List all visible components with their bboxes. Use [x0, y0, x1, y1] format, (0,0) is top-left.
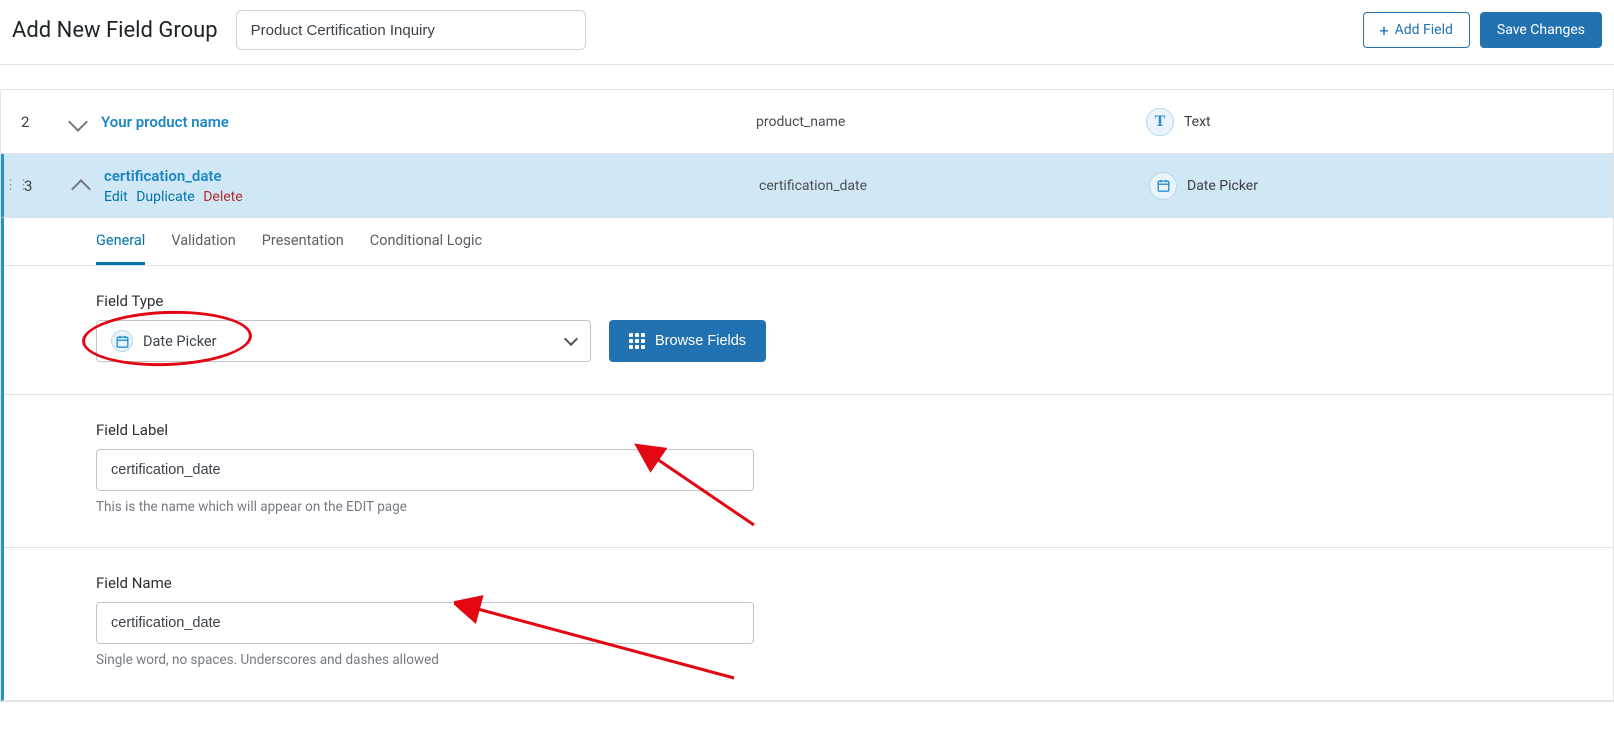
field-settings-panel: General Validation Presentation Conditio…	[1, 218, 1613, 701]
setting-field-label: Field Label This is the name which will …	[4, 395, 1613, 548]
field-row-selected[interactable]: ⋮⋮ 3 certification_date Edit Duplicate D…	[1, 154, 1613, 218]
setting-field-type: Field Type Date Picker Browse Fields	[4, 266, 1613, 395]
drag-handle-icon[interactable]: ⋮⋮	[4, 178, 24, 193]
field-name-hint: Single word, no spaces. Underscores and …	[96, 652, 1521, 668]
field-name-input[interactable]	[96, 602, 754, 644]
field-name-text: certification_date	[759, 178, 1149, 194]
settings-tabs: General Validation Presentation Conditio…	[4, 218, 1613, 266]
field-label-heading: Field Label	[96, 421, 1521, 439]
fields-list: ⋮⋮ 2 Your product name product_name T Te…	[0, 89, 1614, 702]
calendar-type-icon	[1149, 172, 1177, 200]
add-field-label: Add Field	[1395, 22, 1453, 38]
tab-presentation[interactable]: Presentation	[262, 218, 344, 265]
group-name-input[interactable]	[236, 10, 586, 50]
field-type-text: Date Picker	[1187, 178, 1258, 194]
setting-field-name: Field Name Single word, no spaces. Under…	[4, 548, 1613, 700]
chevron-down-icon[interactable]	[68, 112, 88, 132]
calendar-type-icon	[111, 330, 133, 352]
plus-icon: +	[1380, 21, 1389, 40]
browse-fields-button[interactable]: Browse Fields	[609, 320, 766, 362]
edit-link[interactable]: Edit	[104, 189, 128, 205]
row-number: 3	[24, 177, 58, 195]
field-type-text: Text	[1184, 114, 1211, 130]
top-bar: Add New Field Group + Add Field Save Cha…	[0, 0, 1614, 65]
field-type-label: Field Type	[96, 292, 1521, 310]
chevron-up-icon[interactable]	[71, 179, 91, 199]
field-label-link[interactable]: Your product name	[101, 113, 756, 131]
field-label-link[interactable]: certification_date	[104, 167, 759, 185]
browse-fields-label: Browse Fields	[655, 333, 746, 349]
tab-general[interactable]: General	[96, 218, 145, 265]
tab-validation[interactable]: Validation	[171, 218, 235, 265]
delete-link[interactable]: Delete	[203, 189, 242, 205]
field-name-heading: Field Name	[96, 574, 1521, 592]
save-changes-button[interactable]: Save Changes	[1480, 12, 1602, 48]
field-label-hint: This is the name which will appear on th…	[96, 499, 1521, 515]
page-title: Add New Field Group	[12, 18, 218, 43]
grid-icon	[629, 333, 645, 349]
field-type-value: Date Picker	[143, 333, 217, 350]
field-name-text: product_name	[756, 114, 1146, 130]
tab-conditional[interactable]: Conditional Logic	[370, 218, 482, 265]
field-row[interactable]: ⋮⋮ 2 Your product name product_name T Te…	[1, 90, 1613, 154]
chevron-down-icon	[564, 332, 578, 346]
row-number: 2	[21, 113, 55, 131]
field-label-input[interactable]	[96, 449, 754, 491]
field-type-select[interactable]: Date Picker	[96, 320, 591, 362]
row-actions: Edit Duplicate Delete	[104, 189, 759, 205]
add-field-button[interactable]: + Add Field	[1363, 12, 1470, 48]
duplicate-link[interactable]: Duplicate	[136, 189, 195, 205]
text-type-icon: T	[1146, 108, 1174, 136]
